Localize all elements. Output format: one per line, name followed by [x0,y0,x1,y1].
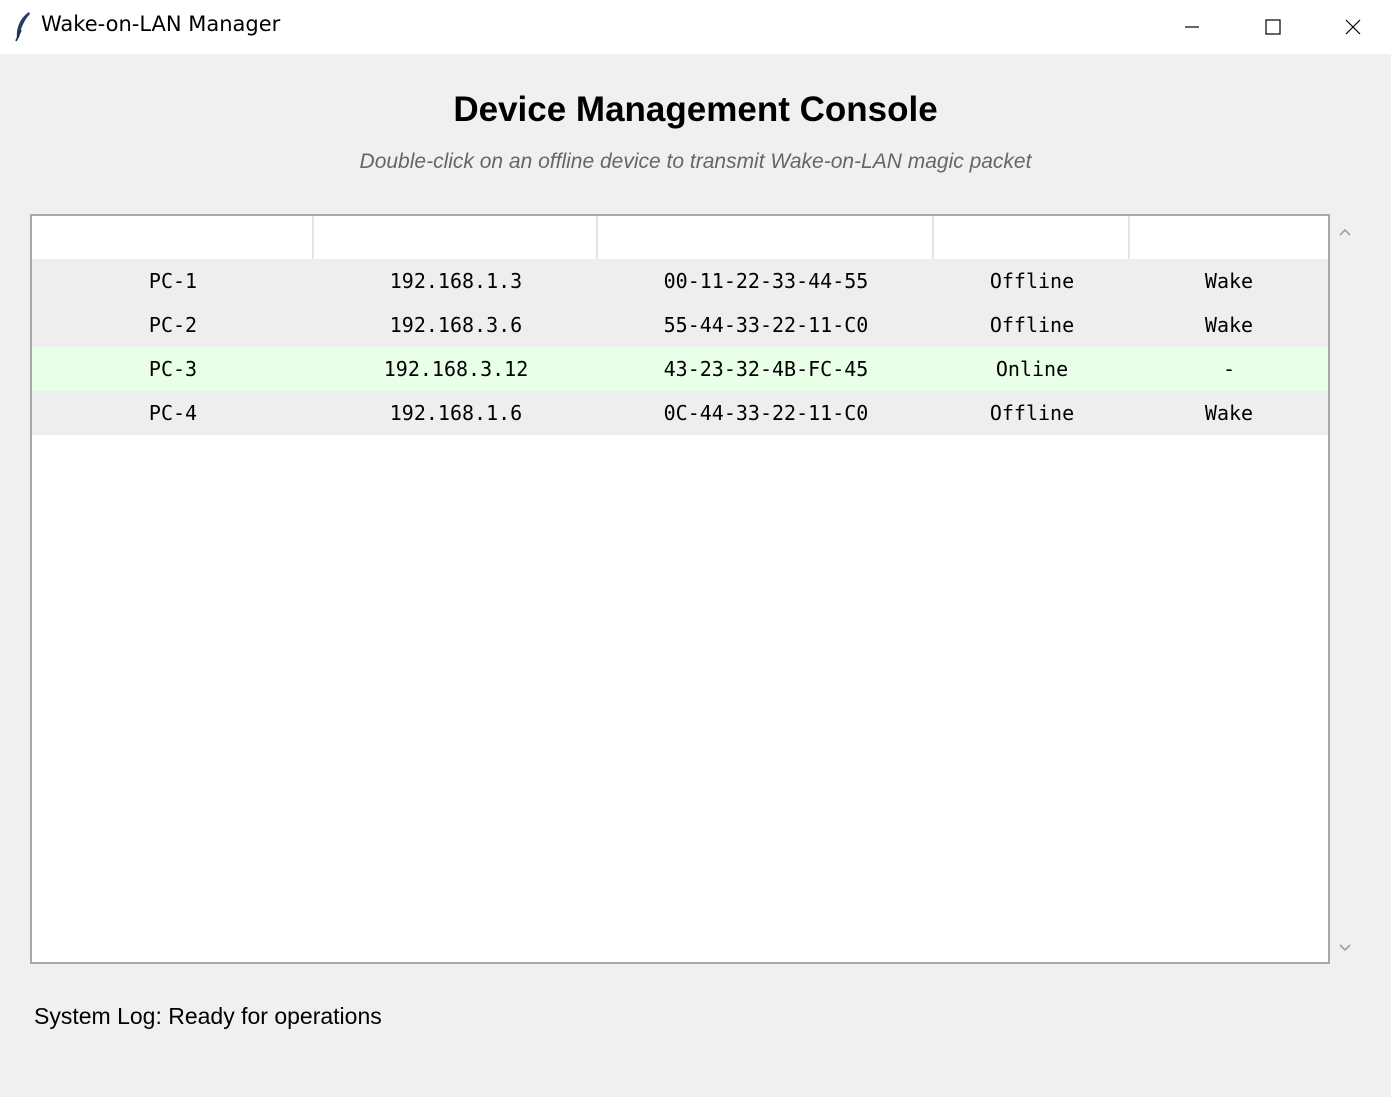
close-icon [1345,19,1361,35]
title-bar: Wake-on-LAN Manager [0,0,1391,54]
device-status: Online [995,357,1069,381]
device-mac: 0C-44-33-22-11-C0 [663,401,869,425]
device-name: PC-4 [148,401,198,425]
column-header[interactable] [934,216,1130,259]
page-title: Device Management Console [453,90,938,129]
maximize-icon [1265,19,1281,35]
device-mac: 00-11-22-33-44-55 [663,269,869,293]
table-header [32,216,1328,259]
scroll-down-button[interactable] [1332,938,1358,958]
device-name: PC-3 [148,357,198,381]
column-header[interactable] [1130,216,1328,259]
close-button[interactable] [1313,0,1391,54]
device-ip: 192.168.3.12 [383,357,529,381]
table-body: PC-1 192.168.1.3 00-11-22-33-44-55 Offli… [32,259,1328,435]
device-mac: 55-44-33-22-11-C0 [663,313,869,337]
device-action: Wake [1204,313,1254,337]
device-action: Wake [1204,269,1254,293]
table-row[interactable]: PC-3 192.168.3.12 43-23-32-4B-FC-45 Onli… [32,347,1328,391]
device-ip: 192.168.1.3 [389,269,523,293]
device-ip: 192.168.3.6 [389,313,523,337]
maximize-button[interactable] [1233,0,1313,54]
device-status: Offline [989,313,1075,337]
device-name: PC-1 [148,269,198,293]
device-status: Offline [989,269,1075,293]
device-action: Wake [1204,401,1254,425]
column-header[interactable] [598,216,934,259]
device-ip: 192.168.1.6 [389,401,523,425]
device-name: PC-2 [148,313,198,337]
device-table[interactable]: PC-1 192.168.1.3 00-11-22-33-44-55 Offli… [30,214,1330,964]
minimize-button[interactable] [1152,0,1232,54]
column-header[interactable] [314,216,598,259]
feather-icon [15,12,30,42]
minimize-icon [1185,26,1199,28]
window-title: Wake-on-LAN Manager [41,12,281,36]
table-row[interactable]: PC-1 192.168.1.3 00-11-22-33-44-55 Offli… [32,259,1328,303]
device-mac: 43-23-32-4B-FC-45 [663,357,869,381]
device-status: Offline [989,401,1075,425]
table-row[interactable]: PC-2 192.168.3.6 55-44-33-22-11-C0 Offli… [32,303,1328,347]
column-header[interactable] [32,216,314,259]
status-log: System Log: Ready for operations [34,1003,382,1029]
device-action: - [1222,357,1236,381]
vertical-scrollbar[interactable] [1332,214,1358,964]
table-row[interactable]: PC-4 192.168.1.6 0C-44-33-22-11-C0 Offli… [32,391,1328,435]
page-subtitle: Double-click on an offline device to tra… [359,150,1032,173]
chevron-up-icon [1339,228,1351,236]
chevron-down-icon [1339,944,1351,952]
scroll-up-button[interactable] [1332,222,1358,242]
